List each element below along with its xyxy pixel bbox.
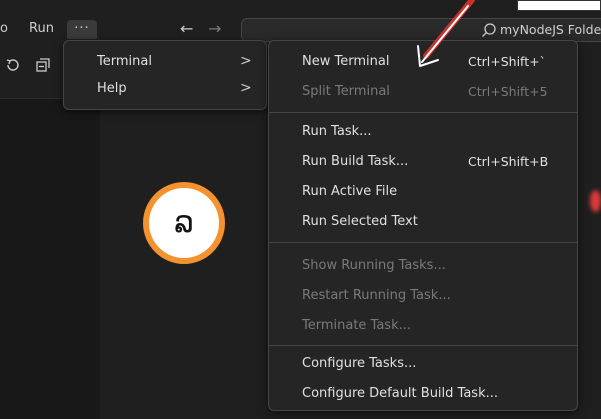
terminal-submenu: New Terminal Ctrl+Shift+` Split Terminal… [268,40,578,411]
arrow-right-icon[interactable]: → [208,20,221,38]
pointer-arrow-annotation [417,0,475,67]
menu-item-label: Show Running Tasks... [302,258,446,273]
menu-item-label: Configure Default Build Task... [302,386,498,401]
menu-item-label: Run Selected Text [302,214,418,229]
menu-item-terminate-task: Terminate Task... [269,314,577,339]
menu-item-label: Run Task... [302,124,372,139]
menu-item-help[interactable]: Help > [64,77,266,102]
sidebar [0,98,100,419]
menu-item-label: Split Terminal [302,84,390,99]
menu-item-run-active-file[interactable]: Run Active File [269,180,577,205]
menu-item-run-task[interactable]: Run Task... [269,120,577,145]
workspace-name: myNodeJS Folder [500,22,601,37]
refresh-icon[interactable] [4,56,22,74]
chevron-right-icon: > [240,53,252,69]
shortcut-label: Ctrl+Shift+B [468,154,549,169]
red-marker [590,190,601,212]
chevron-right-icon: > [240,80,252,96]
menu-item-label: New Terminal [302,54,390,69]
title-bar: o Run ··· ← → myNodeJS Folder [0,0,601,42]
menu-separator [269,242,577,243]
menu-item-configure-tasks[interactable]: Configure Tasks... [269,352,577,377]
menu-item-run-selected-text[interactable]: Run Selected Text [269,210,577,235]
menu-item-configure-default-build-task[interactable]: Configure Default Build Task... [269,382,577,407]
arrow-left-icon[interactable]: ← [180,20,193,38]
menu-item-restart-running-task: Restart Running Task... [269,284,577,309]
menu-item-label: Restart Running Task... [302,288,451,303]
menu-item-label: Help [97,81,127,96]
menu-item-terminal[interactable]: Terminal > [64,50,266,75]
menu-item-label: Configure Tasks... [302,356,417,371]
menu-partial[interactable]: o [0,21,8,36]
menu-item-split-terminal: Split Terminal Ctrl+Shift+5 [269,80,577,105]
menu-item-label: Terminal [97,54,152,69]
menu-item-label: Run Active File [302,184,398,199]
callout-box [517,0,601,11]
menu-item-run-build-task[interactable]: Run Build Task... Ctrl+Shift+B [269,150,577,175]
more-menu-dropdown: Terminal > Help > [63,40,267,110]
menu-run[interactable]: Run [29,21,54,36]
collapse-all-icon[interactable] [34,56,52,74]
menu-item-show-running-tasks: Show Running Tasks... [269,254,577,279]
menu-item-label: Run Build Task... [302,154,409,169]
menu-separator [269,112,577,113]
menu-item-label: Terminate Task... [302,318,412,333]
step-badge-glyph: ລ [149,188,219,258]
menu-separator [269,345,577,346]
shortcut-label: Ctrl+Shift+5 [468,84,548,99]
